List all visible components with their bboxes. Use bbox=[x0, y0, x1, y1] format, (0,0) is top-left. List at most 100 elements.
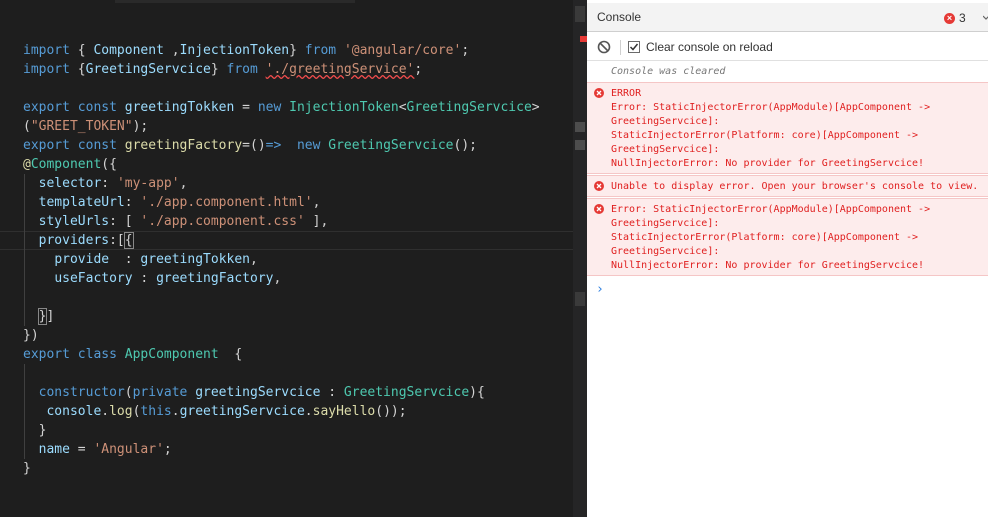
code-line[interactable]: constructor(private greetingServcice : G… bbox=[23, 383, 485, 402]
code-line[interactable]: providers:[{ bbox=[23, 231, 134, 250]
code-line[interactable]: export const greetingTokken = new Inject… bbox=[23, 98, 540, 117]
code-line[interactable]: provide : greetingTokken, bbox=[23, 250, 258, 269]
code-line[interactable]: }] bbox=[23, 307, 54, 326]
error-count-badge[interactable]: × 3 bbox=[944, 11, 966, 25]
code-token: new bbox=[296, 138, 321, 153]
console-panel: Console × 3 Clear console on reload Cons… bbox=[587, 0, 988, 517]
code-token: export bbox=[23, 138, 70, 153]
code-token: import bbox=[23, 43, 70, 58]
code-token: "GREET_TOKEN" bbox=[30, 119, 133, 134]
code-line[interactable]: styleUrls: [ './app.component.css' ], bbox=[23, 212, 329, 231]
error-x-icon bbox=[594, 181, 604, 191]
error-message: ERROR Error: StaticInjectorError(AppModu… bbox=[611, 88, 931, 169]
code-token: : bbox=[109, 252, 141, 267]
code-token: export bbox=[23, 347, 70, 362]
code-line[interactable]: ("GREET_TOKEN"); bbox=[23, 117, 148, 136]
error-x-icon: × bbox=[944, 12, 955, 24]
scrollbar-marker bbox=[575, 6, 585, 22]
code-token: ( bbox=[23, 119, 31, 134]
clear-console-icon[interactable] bbox=[597, 40, 611, 54]
code-line[interactable]: import { Component ,InjectionToken} from… bbox=[23, 41, 469, 60]
code-token: InjectionToken bbox=[289, 100, 399, 115]
code-token: this bbox=[140, 404, 172, 419]
clear-on-reload-label: Clear console on reload bbox=[646, 40, 773, 54]
code-token: sayHello bbox=[312, 404, 376, 419]
code-token: , bbox=[312, 195, 321, 210]
code-token: } bbox=[210, 62, 227, 77]
code-token: ( bbox=[124, 385, 133, 400]
code-line[interactable]: } bbox=[23, 421, 47, 440]
code-line[interactable]: console.log(this.greetingServcice.sayHel… bbox=[23, 402, 406, 421]
code-line[interactable]: @Component({ bbox=[23, 155, 117, 174]
scrollbar-marker bbox=[575, 122, 585, 132]
code-token: console bbox=[46, 404, 102, 419]
code-line[interactable]: name = 'Angular'; bbox=[23, 440, 172, 459]
code-token: templateUrl bbox=[38, 195, 125, 210]
code-line[interactable]: templateUrl: './app.component.html', bbox=[23, 193, 321, 212]
code-token: log bbox=[109, 404, 133, 419]
code-token: GreetingServcice bbox=[328, 138, 454, 153]
console-error-row: Error: StaticInjectorError(AppModule)[Ap… bbox=[587, 198, 988, 276]
code-line[interactable]: export const greetingFactory=()=> new Gr… bbox=[23, 136, 477, 155]
code-token: : bbox=[320, 385, 344, 400]
code-token: constructor bbox=[38, 385, 125, 400]
code-line[interactable]: useFactory : greetingFactory, bbox=[23, 269, 281, 288]
code-token: }) bbox=[23, 328, 39, 343]
error-x-icon bbox=[594, 88, 604, 98]
code-token: AppComponent bbox=[124, 347, 219, 362]
chevron-down-icon[interactable] bbox=[983, 13, 988, 23]
code-token: , bbox=[179, 176, 188, 191]
code-token: , bbox=[273, 271, 282, 286]
code-token: greetingFactory bbox=[124, 138, 243, 153]
code-line[interactable]: import {GreetingServcice} from './greeti… bbox=[23, 60, 422, 79]
code-token: from bbox=[226, 62, 258, 77]
code-token: = bbox=[69, 442, 94, 457]
code-editor[interactable]: import { Component ,InjectionToken} from… bbox=[0, 0, 573, 517]
code-line[interactable]: }) bbox=[23, 326, 39, 345]
code-token: =() bbox=[242, 138, 266, 153]
tab-console[interactable]: Console bbox=[597, 3, 641, 32]
console-prompt[interactable]: › bbox=[596, 282, 604, 297]
error-message: Unable to display error. Open your brows… bbox=[611, 181, 979, 192]
code-token: greetingTokken bbox=[124, 100, 235, 115]
code-token: 'my-app' bbox=[116, 176, 180, 191]
code-token: : bbox=[132, 271, 157, 286]
code-token: : bbox=[124, 195, 141, 210]
error-marker bbox=[580, 36, 587, 42]
code-token: } bbox=[23, 461, 31, 476]
code-token: . bbox=[171, 404, 180, 419]
code-token: ], bbox=[304, 214, 329, 229]
code-token: greetingTokken bbox=[140, 252, 250, 267]
clear-on-reload-checkbox[interactable] bbox=[628, 41, 640, 53]
code-line[interactable]: } bbox=[23, 459, 31, 478]
error-count: 3 bbox=[959, 11, 966, 25]
code-token: ; bbox=[163, 442, 172, 457]
code-token: < bbox=[398, 100, 407, 115]
code-line[interactable]: export class AppComponent { bbox=[23, 345, 242, 364]
code-token: { bbox=[69, 62, 86, 77]
scrollbar-marker bbox=[575, 292, 585, 306]
code-token: provide bbox=[54, 252, 110, 267]
editor-scrollbar[interactable] bbox=[573, 0, 587, 517]
code-token: export bbox=[23, 100, 70, 115]
code-line[interactable]: selector: 'my-app', bbox=[23, 174, 188, 193]
code-token: } bbox=[23, 423, 47, 438]
code-token: ); bbox=[132, 119, 149, 134]
code-token: const bbox=[77, 100, 117, 115]
code-token: ; bbox=[414, 62, 423, 77]
